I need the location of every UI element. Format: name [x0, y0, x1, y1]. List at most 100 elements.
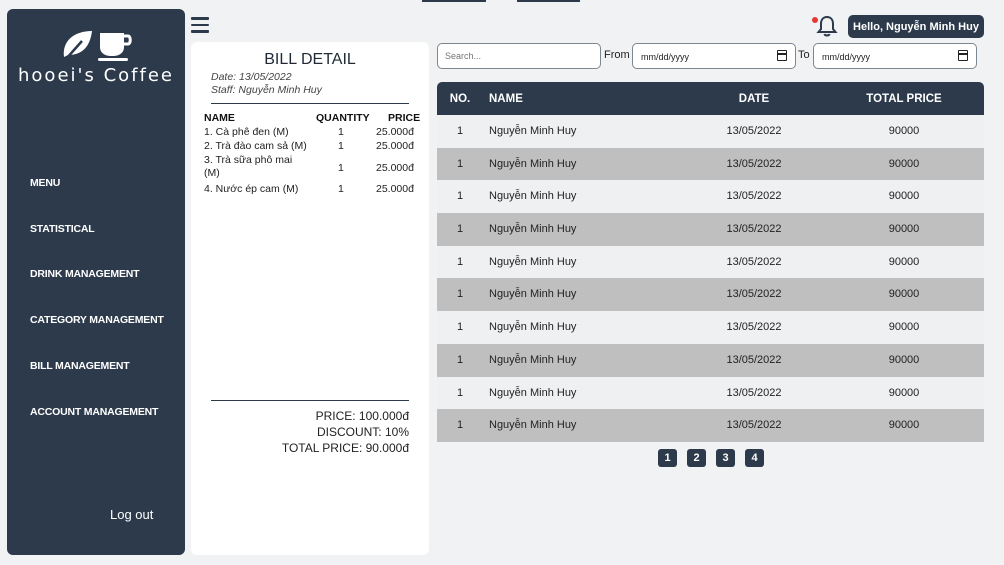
cell-name: Nguyễn Minh Huy	[489, 321, 577, 334]
bill-date: Date: 13/05/2022	[211, 71, 292, 83]
cell-date: 13/05/2022	[726, 353, 782, 366]
cell-no: 1	[456, 190, 464, 203]
bill-item-name: 2. Trà đào cam sả (M)	[204, 140, 307, 152]
col-date: DATE	[738, 93, 770, 105]
top-scrollbar	[422, 0, 580, 2]
sidebar-item-drink-management[interactable]: DRINK MANAGEMENT	[30, 268, 140, 280]
pagination: 1234	[658, 449, 764, 467]
page-button[interactable]: 4	[745, 449, 764, 467]
cell-total: 90000	[888, 125, 920, 137]
col-name: NAME	[489, 93, 523, 105]
bill-item-qty: 1	[338, 183, 344, 195]
cell-date: 13/05/2022	[726, 190, 782, 203]
col-total-price: TOTAL PRICE	[866, 93, 942, 105]
cell-no: 1	[456, 157, 464, 170]
bill-item-qty: 1	[338, 140, 344, 152]
table-row[interactable]: 1 Nguyễn Minh Huy 13/05/2022 90000	[437, 115, 984, 148]
top-scrollbar-right	[517, 0, 580, 2]
cell-no: 1	[456, 353, 464, 366]
cell-name: Nguyễn Minh Huy	[489, 125, 577, 137]
cell-name: Nguyễn Minh Huy	[489, 190, 577, 203]
search-input[interactable]	[437, 43, 601, 69]
col-no: NO.	[449, 93, 471, 105]
table-row[interactable]: 1 Nguyễn Minh Huy 13/05/2022 90000	[437, 409, 984, 442]
table-row[interactable]: 1 Nguyễn Minh Huy 13/05/2022 90000	[437, 147, 984, 181]
cell-total: 90000	[888, 353, 920, 366]
user-greeting-button[interactable]: Hello, Nguyễn Minh Huy	[848, 15, 984, 38]
cell-date: 13/05/2022	[726, 386, 782, 399]
table-row[interactable]: 1 Nguyễn Minh Huy 13/05/2022 90000	[437, 180, 984, 214]
cell-date: 13/05/2022	[726, 223, 782, 236]
bill-divider-bottom	[211, 400, 409, 401]
calendar-icon[interactable]	[777, 50, 787, 61]
sidebar-item-bill-management[interactable]: BILL MANAGEMENT	[30, 360, 130, 372]
cell-total: 90000	[888, 190, 920, 203]
from-label: From	[604, 49, 630, 61]
cell-total: 90000	[888, 223, 920, 236]
sidebar-item-menu[interactable]: MENU	[30, 177, 60, 189]
cell-no: 1	[456, 255, 464, 268]
to-label: To	[798, 49, 810, 61]
logout-button[interactable]: Log out	[110, 507, 153, 522]
cell-name: Nguyễn Minh Huy	[489, 157, 577, 170]
from-date-field[interactable]: mm/dd/yyyy	[632, 43, 796, 69]
bill-total-price: TOTAL PRICE: 90.000đ	[281, 441, 409, 455]
table-row[interactable]: 1 Nguyễn Minh Huy 13/05/2022 90000	[437, 245, 984, 279]
cell-name: Nguyễn Minh Huy	[489, 255, 577, 268]
cell-date: 13/05/2022	[726, 255, 782, 268]
to-date-field[interactable]: mm/dd/yyyy	[813, 43, 977, 69]
table-row[interactable]: 1 Nguyễn Minh Huy 13/05/2022 90000	[437, 278, 984, 312]
calendar-icon[interactable]	[958, 50, 968, 61]
cell-total: 90000	[888, 255, 920, 268]
cell-total: 90000	[888, 386, 920, 399]
cell-date: 13/05/2022	[726, 321, 782, 334]
cell-no: 1	[456, 321, 464, 334]
page-button[interactable]: 3	[716, 449, 735, 467]
cell-name: Nguyễn Minh Huy	[489, 223, 577, 236]
bill-col-name: NAME	[204, 112, 235, 124]
top-scrollbar-left	[422, 0, 486, 2]
bill-item-price: 25.000đ	[376, 140, 414, 152]
bill-item-price: 25.000đ	[376, 126, 414, 138]
from-date-value: mm/dd/yyyy	[641, 52, 690, 62]
page-button[interactable]: 2	[687, 449, 706, 467]
bill-col-quantity: QUANTITY	[316, 112, 370, 124]
bill-divider-top	[211, 103, 409, 104]
sidebar-item-category-management[interactable]: CATEGORY MANAGEMENT	[30, 314, 164, 326]
bill-staff: Staff: Nguyễn Minh Huy	[211, 84, 322, 96]
bill-item-qty: 1	[338, 162, 344, 174]
table-row[interactable]: 1 Nguyễn Minh Huy 13/05/2022 90000	[437, 376, 984, 410]
cell-name: Nguyễn Minh Huy	[489, 288, 577, 301]
bill-item-price: 25.000đ	[376, 183, 414, 195]
cell-total: 90000	[888, 321, 920, 334]
cell-total: 90000	[888, 157, 920, 170]
brand-name: hooei's Coffee	[18, 65, 174, 86]
table-row[interactable]: 1 Nguyễn Minh Huy 13/05/2022 90000	[437, 311, 984, 344]
bell-icon[interactable]	[815, 15, 839, 37]
cell-name: Nguyễn Minh Huy	[489, 419, 577, 432]
table-header: NO. NAME DATE TOTAL PRICE	[437, 82, 984, 115]
cell-date: 13/05/2022	[726, 157, 782, 170]
cell-total: 90000	[888, 419, 920, 432]
logo: hooei's Coffee	[7, 27, 185, 86]
page-button[interactable]: 1	[658, 449, 677, 467]
bill-item-qty: 1	[338, 126, 344, 138]
cell-date: 13/05/2022	[726, 288, 782, 301]
hamburger-menu-icon[interactable]	[191, 17, 209, 33]
table-row[interactable]: 1 Nguyễn Minh Huy 13/05/2022 90000	[437, 213, 984, 246]
bill-item-price: 25.000đ	[376, 162, 414, 174]
cell-no: 1	[456, 386, 464, 399]
bill-item-name: 4. Nước ép cam (M)	[204, 183, 299, 195]
table-row[interactable]: 1 Nguyễn Minh Huy 13/05/2022 90000	[437, 343, 984, 377]
sidebar-item-account-management[interactable]: ACCOUNT MANAGEMENT	[30, 406, 158, 418]
sidebar-item-statistical[interactable]: STATISTICAL	[30, 223, 95, 235]
cell-date: 13/05/2022	[726, 125, 782, 137]
cell-name: Nguyễn Minh Huy	[489, 386, 577, 399]
bill-table: NO. NAME DATE TOTAL PRICE 1 Nguyễn Minh H…	[437, 82, 984, 442]
bill-item-name: 1. Cà phê đen (M)	[204, 126, 289, 138]
cell-no: 1	[456, 223, 464, 236]
bill-item-name: 3. Trà sữa phô mai (M)	[204, 154, 293, 179]
bill-title: BILL DETAIL	[264, 51, 356, 68]
coffee-leaf-logo-icon	[63, 31, 132, 61]
sidebar: hooei's Coffee MENU STATISTICAL DRINK MA…	[7, 9, 185, 555]
